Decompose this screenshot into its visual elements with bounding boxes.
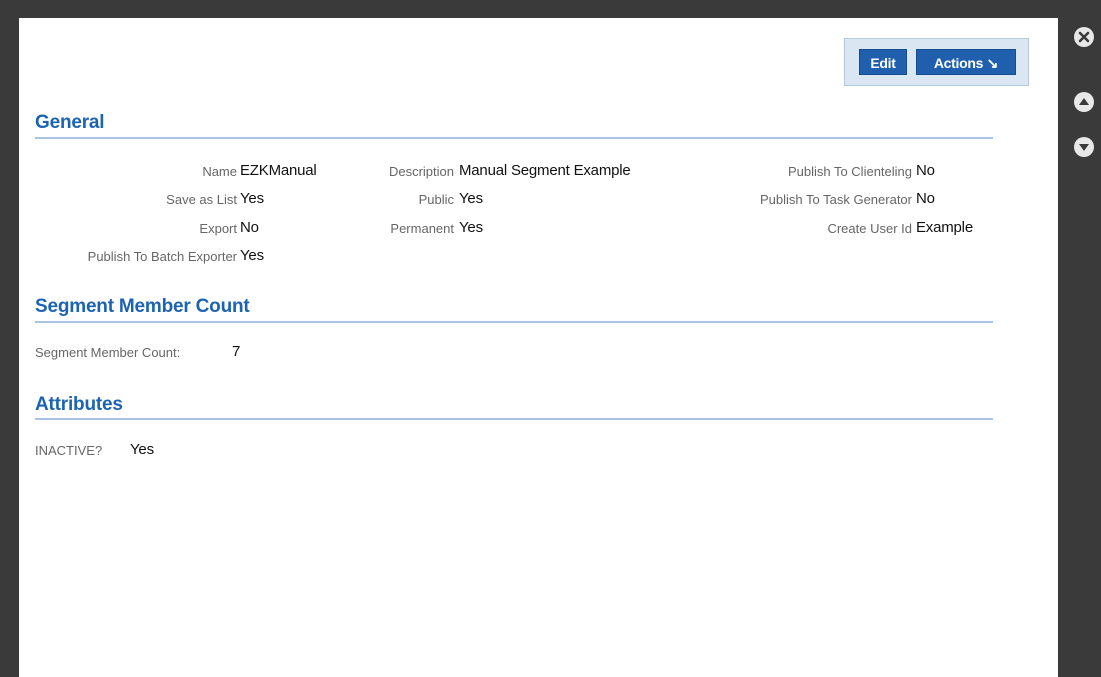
name-label: Name [202,164,237,179]
segment-member-count-value: 7 [232,343,241,360]
publish-task-generator-value: No [916,190,935,207]
description-label: Description [388,164,454,179]
create-user-id-value: Example [916,219,973,236]
save-as-list-label: Save as List [166,192,237,207]
publish-clienteling-label: Publish To Clienteling [787,164,912,179]
divider [35,418,993,420]
permanent-value: Yes [459,219,483,236]
section-title-attributes: Attributes [35,394,123,415]
export-label: Export [199,221,237,236]
description-value: Manual Segment Example [459,162,631,179]
public-value: Yes [459,190,483,207]
save-as-list-value: Yes [240,190,264,207]
publish-clienteling-value: No [916,162,935,179]
close-icon[interactable] [1074,27,1094,47]
arrow-up-icon[interactable] [1074,92,1094,112]
publish-task-generator-label: Publish To Task Generator [760,192,912,207]
name-value: EZKManual [240,162,317,179]
inactive-value: Yes [130,441,154,458]
public-label: Public [418,192,454,207]
permanent-label: Permanent [390,221,454,236]
publish-batch-exporter-value: Yes [240,247,264,264]
divider [35,321,993,323]
publish-batch-exporter-label: Publish To Batch Exporter [87,249,237,264]
actions-button[interactable]: Actions ↘ [916,49,1016,75]
create-user-id-label: Create User Id [827,221,912,236]
section-title-general: General [35,112,105,133]
segment-member-count-label: Segment Member Count: [35,345,181,360]
export-value: No [240,219,259,236]
inactive-label: INACTIVE? [35,443,103,458]
edit-button[interactable]: Edit [859,49,907,75]
section-title-segment-member-count: Segment Member Count [35,296,250,317]
detail-panel: Edit Actions ↘ General Name EZKManual Sa… [19,18,1058,677]
divider [35,137,993,139]
toolbar: Edit Actions ↘ [844,38,1029,86]
arrow-down-icon[interactable] [1074,137,1094,157]
